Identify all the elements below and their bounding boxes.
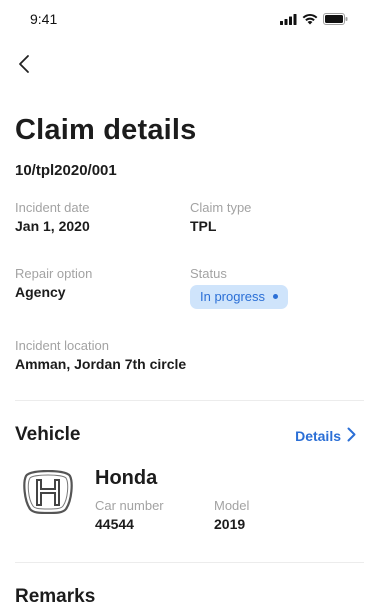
page-title: Claim details xyxy=(15,114,197,146)
repair-option-value: Agency xyxy=(15,284,66,300)
signal-icon xyxy=(280,12,297,30)
claim-type-field: Claim type TPL xyxy=(190,200,251,234)
repair-option-label: Repair option xyxy=(15,266,93,281)
repair-option-field: Repair option Agency xyxy=(15,266,92,300)
chevron-right-icon xyxy=(347,427,356,445)
status-time: 9:41 xyxy=(30,11,58,27)
status-field: Status In progress xyxy=(190,266,289,309)
incident-location-field: Incident location Amman, Jordan 7th circ… xyxy=(15,338,186,372)
status-badge: In progress xyxy=(190,285,289,309)
car-number-label: Car number xyxy=(95,498,164,513)
vehicle-section-title: Vehicle xyxy=(15,424,81,445)
model-label: Model xyxy=(214,498,250,513)
details-link-label: Details xyxy=(295,428,341,444)
incident-date-label: Incident date xyxy=(15,200,90,215)
status-label: Status xyxy=(190,266,227,281)
claim-type-value: TPL xyxy=(190,218,217,234)
claim-type-label: Claim type xyxy=(190,200,252,215)
vehicle-make: Honda xyxy=(95,467,158,489)
divider xyxy=(15,562,364,563)
incident-location-value: Amman, Jordan 7th circle xyxy=(15,356,187,372)
model-value: 2019 xyxy=(214,516,246,532)
model-field: Model 2019 xyxy=(214,498,249,532)
incident-date-value: Jan 1, 2020 xyxy=(15,218,90,234)
back-button[interactable] xyxy=(10,52,38,80)
status-dot-icon xyxy=(273,294,279,299)
incident-date-field: Incident date Jan 1, 2020 xyxy=(15,200,90,234)
wifi-icon xyxy=(302,12,318,30)
vehicle-details-link[interactable]: Details xyxy=(295,427,356,445)
status-bar: 9:41 xyxy=(0,0,366,40)
status-icons xyxy=(280,12,348,30)
car-number-field: Car number 44544 xyxy=(95,498,164,532)
claim-number: 10/tpl2020/001 xyxy=(15,162,117,179)
status-badge-text: In progress xyxy=(200,289,266,304)
divider xyxy=(15,400,364,401)
car-number-value: 44544 xyxy=(95,516,134,532)
incident-location-label: Incident location xyxy=(15,338,109,353)
battery-icon xyxy=(323,12,348,30)
remarks-section-title: Remarks xyxy=(15,586,96,607)
honda-logo-icon xyxy=(22,469,74,515)
chevron-left-icon xyxy=(18,54,30,79)
